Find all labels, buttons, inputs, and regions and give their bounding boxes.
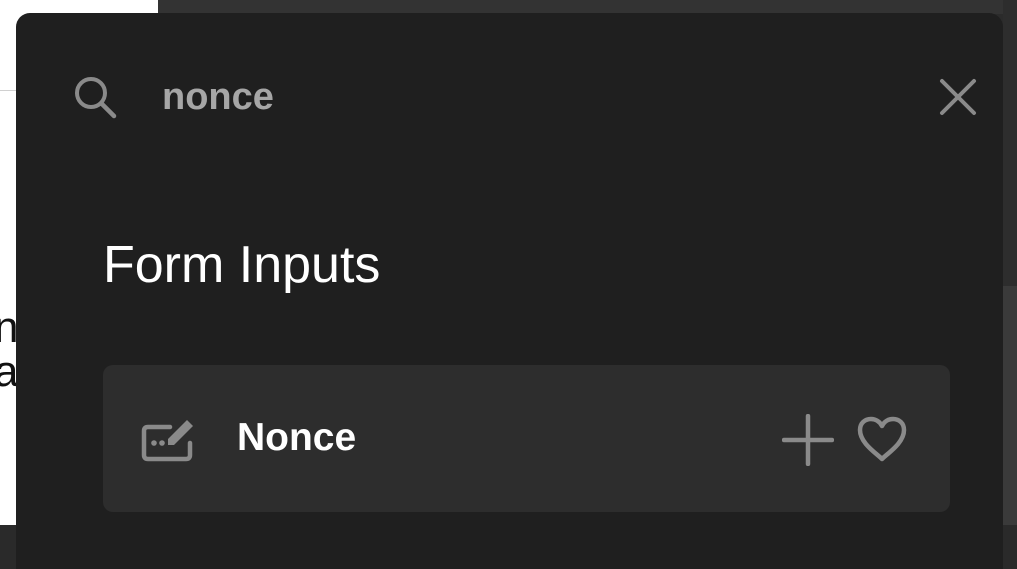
- background-header: [158, 0, 1017, 14]
- background-right-edge: [1003, 0, 1017, 569]
- close-icon[interactable]: [936, 75, 980, 119]
- search-icon: [75, 77, 117, 119]
- result-item-label: Nonce: [237, 416, 357, 459]
- background-scrollbar[interactable]: [1003, 286, 1017, 526]
- heart-icon[interactable]: [856, 415, 908, 463]
- edit-field-icon: [141, 420, 193, 462]
- search-input[interactable]: [162, 73, 862, 121]
- result-item-nonce[interactable]: Nonce: [103, 365, 950, 512]
- add-icon[interactable]: [782, 414, 834, 466]
- section-title: Form Inputs: [103, 236, 381, 294]
- search-popup: Form Inputs Nonce: [16, 13, 1003, 569]
